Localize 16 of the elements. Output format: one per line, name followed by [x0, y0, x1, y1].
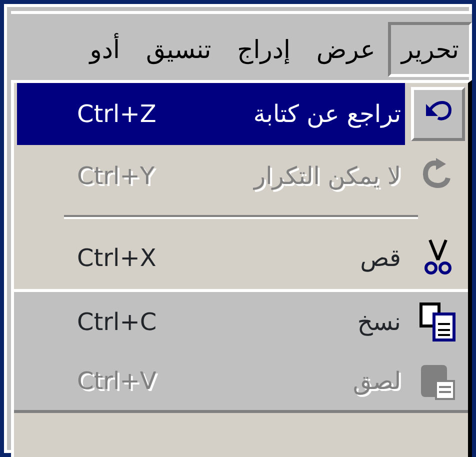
shortcut-label: Ctrl+V — [76, 366, 158, 396]
menu-bar-item[interactable]: تحرير — [388, 22, 472, 77]
shortcut-label: Ctrl+C — [76, 306, 158, 338]
menu-item-label: تراجع عن كتابة — [252, 99, 402, 130]
shortcut-label: Ctrl+Y — [76, 161, 156, 192]
menu-bar-item[interactable]: تنسيق — [132, 22, 224, 77]
menu-bar-item[interactable]: عرض — [303, 22, 388, 77]
menu-item-label: لصق — [352, 366, 402, 397]
copy-icon — [418, 302, 458, 342]
shortcut-label: Ctrl+X — [76, 243, 158, 274]
shortcut-label: Ctrl+Z — [76, 99, 158, 130]
menu-bar-item[interactable]: إدراج — [224, 22, 304, 77]
menu-item-label: لا يمكن التكرار — [252, 161, 402, 192]
menu-bar-item[interactable]: أدو — [76, 22, 133, 77]
menu-item-label: قص — [359, 243, 402, 274]
menu-item-label: نسخ — [356, 306, 402, 338]
